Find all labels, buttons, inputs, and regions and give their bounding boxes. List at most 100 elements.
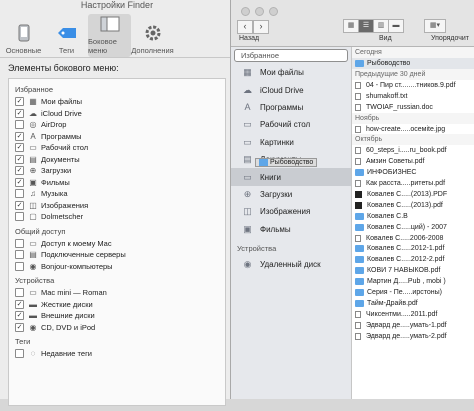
file-row[interactable]: Как расста.....ритеты.pdf	[352, 178, 474, 189]
back-button[interactable]: ‹	[237, 20, 253, 34]
file-row[interactable]: Ковалев С.....2012-2.pdf	[352, 254, 474, 265]
checkbox-checked[interactable]: ✓	[15, 166, 24, 176]
checkbox-unchecked[interactable]	[15, 250, 24, 260]
sidebar-option-row[interactable]: ▤ Подключенные серверы	[15, 249, 219, 261]
checkbox-checked[interactable]: ✓	[15, 322, 24, 332]
sidebar-item[interactable]: ◫ Изображения	[231, 203, 351, 220]
sidebar-item[interactable]: ◉ Удаленный диск	[231, 256, 351, 273]
sidebar-option-row[interactable]: ✓ ▦ Мои файлы	[15, 96, 219, 108]
file-row[interactable]: TWOIAF_russian.doc	[352, 102, 474, 113]
folder-icon	[355, 245, 364, 253]
file-row[interactable]: 60_steps_i.....ru_book.pdf	[352, 145, 474, 156]
checkbox-checked[interactable]: ✓	[15, 311, 24, 321]
file-row[interactable]: Чиксентми.....2011.pdf	[352, 309, 474, 320]
sidebar-item[interactable]: ▭ Рабочий стол	[231, 116, 351, 133]
zoom-window-button[interactable]	[269, 7, 278, 16]
file-row[interactable]: Ковалев С.В	[352, 211, 474, 222]
option-label: Изображения	[41, 200, 89, 210]
sidebar-option-row[interactable]: ◎ AirDrop	[15, 119, 219, 131]
checkbox-checked[interactable]: ✓	[15, 200, 24, 210]
file-row[interactable]: how-create.....осемite.jpg	[352, 124, 474, 135]
file-row[interactable]: ИНФОБИЗНЕС	[352, 167, 474, 178]
gear-icon	[142, 24, 164, 42]
file-row[interactable]: Рыбоводство	[352, 58, 474, 69]
sidebar-option-row[interactable]: ◌ Недавние теги	[15, 348, 219, 360]
checkbox-checked[interactable]: ✓	[15, 299, 24, 309]
sidebar-option-row[interactable]: ▭ Доступ к моему Mac	[15, 238, 219, 250]
list-view-button[interactable]: ☰	[358, 19, 374, 33]
sidebar-option-row[interactable]: ▭ Mac mini — Roman	[15, 287, 219, 299]
close-window-button[interactable]	[241, 7, 250, 16]
folder-icon	[355, 59, 364, 67]
file-row[interactable]: Тайм-Драйв.pdf	[352, 298, 474, 309]
sidebar-option-row[interactable]: ✓ ⊕ Загрузки	[15, 165, 219, 177]
checkbox-unchecked[interactable]	[15, 212, 24, 222]
file-row[interactable]: КОВИ 7 НАВЫКОВ.pdf	[352, 265, 474, 276]
file-row[interactable]: 04 - Пир ст........тников.9.pdf	[352, 80, 474, 91]
checkbox-unchecked[interactable]	[15, 238, 24, 248]
file-row[interactable]: Эдвард де.....умать-2.pdf	[352, 331, 474, 342]
file-row[interactable]: Ковалев С.....(2013).PDF	[352, 189, 474, 200]
checkbox-unchecked[interactable]	[15, 288, 24, 298]
file-name: Как расста.....ритеты.pdf	[366, 180, 446, 188]
tab-general[interactable]: Основные	[2, 14, 45, 57]
option-label: Рабочий стол	[41, 143, 89, 153]
file-row[interactable]: shumakoff.txt	[352, 91, 474, 102]
file-row[interactable]: Ковалев С.....2012-1.pdf	[352, 243, 474, 254]
cover-flow-button[interactable]: ▬	[388, 19, 404, 33]
tab-advanced[interactable]: Дополнения	[131, 14, 174, 57]
arrange-button[interactable]: ▦▾	[424, 19, 446, 33]
checkbox-checked[interactable]: ✓	[15, 131, 24, 141]
checkbox-checked[interactable]: ✓	[15, 143, 24, 153]
forward-button[interactable]: ›	[253, 20, 269, 34]
checkbox-unchecked[interactable]	[15, 261, 24, 271]
sidebar-option-row[interactable]: ◉ Bonjour-компьютеры	[15, 261, 219, 273]
file-name: 04 - Пир ст........тников.9.pdf	[366, 81, 456, 89]
sidebar-item[interactable]: ⊕ Загрузки	[231, 186, 351, 203]
file-row[interactable]: Серия - Пе.....ирстоны)	[352, 287, 474, 298]
sidebar-option-row[interactable]: ✓ A Программы	[15, 131, 219, 143]
icon-view-button[interactable]: ▦	[343, 19, 359, 33]
checkbox-checked[interactable]: ✓	[15, 154, 24, 164]
sidebar-option-row[interactable]: ✓ ☁ iCloud Drive	[15, 108, 219, 120]
file-row[interactable]: Ковалев С.....ций) - 2007	[352, 222, 474, 233]
sidebar-option-row[interactable]: ✓ ▬ Жесткие диски	[15, 299, 219, 311]
sidebar-item[interactable]: ☁ iCloud Drive	[231, 81, 351, 98]
sidebar-option-row[interactable]: ✓ ▬ Внешние диски	[15, 310, 219, 322]
sidebar-item-icon: ▤	[243, 154, 252, 165]
file-row[interactable]: Эдвард де.....умать-1.pdf	[352, 320, 474, 331]
sidebar-item[interactable]: A Программы	[231, 99, 351, 116]
finder-sidebar: Избранное ▦ Мои файлы ☁ iCloud Drive A Програ…	[231, 47, 352, 399]
sidebar-option-row[interactable]: ✓ ▤ Документы	[15, 154, 219, 166]
sidebar-option-row[interactable]: ▢ Dolmetscher	[15, 211, 219, 223]
sidebar-items-panel: Избранное ✓ ▦ Мои файлы ✓ ☁ iCloud Drive ◎ AirDr…	[8, 78, 226, 406]
sidebar-item[interactable]: ▭ Книги	[231, 168, 351, 186]
file-row[interactable]: Мартин Д.....Pub , mobi )	[352, 276, 474, 287]
checkbox-unchecked[interactable]	[15, 349, 24, 359]
item-icon: ▣	[29, 177, 37, 187]
sidebar-option-row[interactable]: ✓ ▣ Фильмы	[15, 177, 219, 189]
sidebar-option-row[interactable]: ✓ ◉ CD, DVD и iPod	[15, 322, 219, 334]
checkbox-checked[interactable]: ✓	[15, 177, 24, 187]
tab-sidebar-label: Боковое меню	[88, 37, 117, 55]
tab-tags[interactable]: Теги	[45, 14, 88, 57]
checkbox-checked[interactable]: ✓	[15, 108, 24, 118]
sidebar-item[interactable]: ▭ Картинки	[231, 134, 351, 151]
option-label: Bonjour-компьютеры	[41, 261, 113, 271]
sidebar-item[interactable]: ▣ Фильмы	[231, 221, 351, 238]
file-name: Чиксентми.....2011.pdf	[366, 310, 438, 318]
image-file-icon	[355, 190, 362, 198]
checkbox-checked[interactable]: ✓	[15, 97, 24, 107]
column-view-button[interactable]: ▥	[373, 19, 389, 33]
checkbox-unchecked[interactable]	[15, 120, 24, 130]
file-row[interactable]: Ковалев С.....(2013).pdf	[352, 200, 474, 211]
tab-sidebar[interactable]: Боковое меню	[88, 14, 131, 57]
sidebar-option-row[interactable]: ♫ Музыка	[15, 188, 219, 200]
file-row[interactable]: Ковалев С.....2006-2008	[352, 233, 474, 244]
file-row[interactable]: Амзин Советы.pdf	[352, 156, 474, 167]
minimize-window-button[interactable]	[255, 7, 264, 16]
sidebar-option-row[interactable]: ✓ ◫ Изображения	[15, 200, 219, 212]
checkbox-unchecked[interactable]	[15, 189, 24, 199]
sidebar-option-row[interactable]: ✓ ▭ Рабочий стол	[15, 142, 219, 154]
sidebar-item[interactable]: ▦ Мои файлы	[231, 64, 351, 81]
